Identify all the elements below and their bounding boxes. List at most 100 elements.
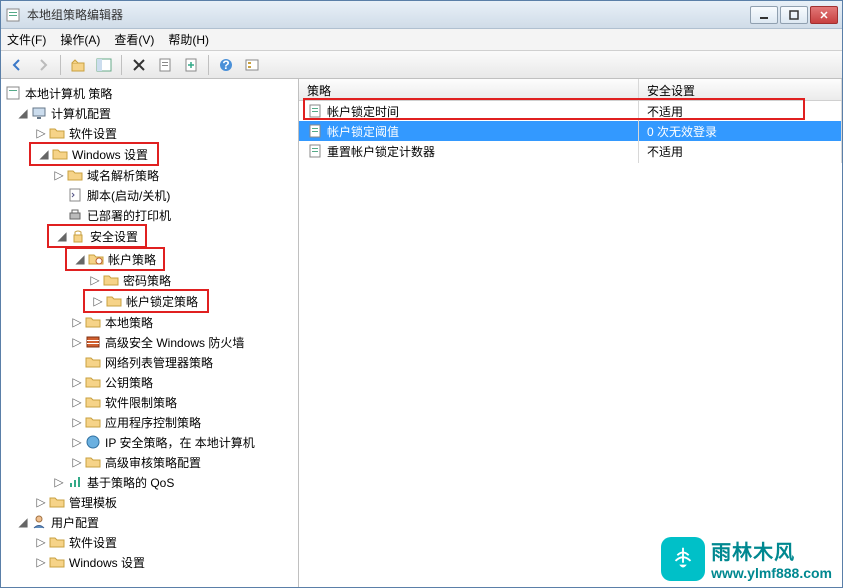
tree-computer-config[interactable]: ◢ 计算机配置 (1, 103, 298, 123)
computer-icon (31, 105, 47, 121)
folder-icon (85, 374, 101, 390)
expand-icon[interactable]: ▷ (71, 416, 83, 428)
tree-ipsec[interactable]: ▷ IP 安全策略，在 本地计算机 (1, 432, 298, 452)
expand-icon[interactable]: ▷ (35, 556, 47, 568)
show-hide-tree-button[interactable] (92, 53, 116, 77)
minimize-button[interactable] (750, 6, 778, 24)
expand-icon[interactable]: ▷ (71, 456, 83, 468)
tree-firewall[interactable]: ▷ 高级安全 Windows 防火墙 (1, 332, 298, 352)
folder-icon (67, 167, 83, 183)
list-row[interactable]: 重置帐户锁定计数器 不适用 (299, 141, 842, 161)
list-header: 策略 安全设置 (299, 79, 842, 101)
help-button[interactable]: ? (214, 53, 238, 77)
expand-icon[interactable]: ▷ (35, 536, 47, 548)
tree-password-policy[interactable]: ▷ 密码策略 (1, 270, 298, 290)
tree-user-software[interactable]: ▷ 软件设置 (1, 532, 298, 552)
list-row[interactable]: 帐户锁定时间 不适用 (299, 101, 842, 121)
tree-root[interactable]: 本地计算机 策略 (1, 83, 298, 103)
tree-lockout-policy[interactable]: ▷ 帐户锁定策略 (86, 291, 206, 311)
folder-icon (49, 125, 65, 141)
expand-icon[interactable]: ▷ (71, 316, 83, 328)
folder-icon (49, 554, 65, 570)
folder-icon (85, 394, 101, 410)
window-title: 本地组策略编辑器 (27, 6, 750, 23)
properties-button[interactable] (153, 53, 177, 77)
tree-user-config[interactable]: ◢ 用户配置 (1, 512, 298, 532)
policy-folder-icon (103, 272, 119, 288)
menu-help[interactable]: 帮助(H) (168, 31, 209, 48)
tree-scripts[interactable]: 脚本(启动/关机) (1, 185, 298, 205)
folder-icon (49, 534, 65, 550)
filter-button[interactable] (240, 53, 264, 77)
export-button[interactable] (179, 53, 203, 77)
expand-icon[interactable]: ▷ (53, 476, 65, 488)
tree-admin-templates[interactable]: ▷ 管理模板 (1, 492, 298, 512)
tree-name-resolution[interactable]: ▷ 域名解析策略 (1, 165, 298, 185)
expand-icon[interactable]: ▷ (71, 436, 83, 448)
folder-icon (85, 414, 101, 430)
tree-account-policies[interactable]: ◢ 帐户策略 (68, 249, 162, 269)
list-body: 帐户锁定时间 不适用 帐户锁定阈值 0 次无效登录 重置帐户锁定计数器 (299, 101, 842, 587)
expand-icon[interactable]: ▷ (92, 295, 104, 307)
watermark: 雨林木风 www.ylmf888.com (661, 536, 832, 581)
tree-app-control[interactable]: ▷ 应用程序控制策略 (1, 412, 298, 432)
maximize-button[interactable] (780, 6, 808, 24)
policy-item-icon (307, 103, 323, 119)
policy-item-icon (307, 123, 323, 139)
security-icon (70, 228, 86, 244)
list-row-selected[interactable]: 帐户锁定阈值 0 次无效登录 (299, 121, 842, 141)
tree-user-windows[interactable]: ▷ Windows 设置 (1, 552, 298, 572)
policy-folder-icon (85, 314, 101, 330)
expand-icon[interactable]: ▷ (89, 274, 101, 286)
expand-icon[interactable]: ▷ (71, 396, 83, 408)
tree-printers[interactable]: 已部署的打印机 (1, 205, 298, 225)
qos-icon (67, 474, 83, 490)
menu-view[interactable]: 查看(V) (114, 31, 154, 48)
tree-software-restriction[interactable]: ▷ 软件限制策略 (1, 392, 298, 412)
toolbar: ? (1, 51, 842, 79)
expand-icon[interactable]: ▷ (53, 169, 65, 181)
tree-pane[interactable]: 本地计算机 策略 ◢ 计算机配置 ▷ 软件设置 ◢ Windows 设置 (1, 79, 299, 587)
expand-icon[interactable]: ▷ (35, 496, 47, 508)
back-button[interactable] (5, 53, 29, 77)
forward-button[interactable] (31, 53, 55, 77)
tree-security-settings[interactable]: ◢ 安全设置 (50, 226, 144, 246)
column-policy[interactable]: 策略 (299, 79, 639, 100)
ipsec-icon (85, 434, 101, 450)
app-icon (5, 7, 21, 23)
tree-software-settings[interactable]: ▷ 软件设置 (1, 123, 298, 143)
expand-icon[interactable]: ▷ (71, 336, 83, 348)
delete-button[interactable] (127, 53, 151, 77)
tree-qos[interactable]: ▷ 基于策略的 QoS (1, 472, 298, 492)
policy-name: 帐户锁定时间 (327, 103, 399, 120)
tree-windows-settings[interactable]: ◢ Windows 设置 (32, 144, 156, 164)
folder-icon (85, 454, 101, 470)
menubar: 文件(F) 操作(A) 查看(V) 帮助(H) (1, 29, 842, 51)
policy-name: 重置帐户锁定计数器 (327, 143, 435, 160)
folder-icon (49, 494, 65, 510)
watermark-url: www.ylmf888.com (711, 565, 832, 581)
printer-icon (67, 207, 83, 223)
tree-network-list[interactable]: 网络列表管理器策略 (1, 352, 298, 372)
menu-action[interactable]: 操作(A) (60, 31, 100, 48)
script-icon (67, 187, 83, 203)
expand-icon[interactable]: ▷ (71, 376, 83, 388)
collapse-icon[interactable]: ◢ (17, 516, 29, 528)
tree-public-key[interactable]: ▷ 公钥策略 (1, 372, 298, 392)
tree-audit[interactable]: ▷ 高级审核策略配置 (1, 452, 298, 472)
menu-file[interactable]: 文件(F) (7, 31, 46, 48)
expand-icon[interactable]: ▷ (35, 127, 47, 139)
column-setting[interactable]: 安全设置 (639, 79, 842, 100)
collapse-icon[interactable]: ◢ (56, 230, 68, 242)
up-button[interactable] (66, 53, 90, 77)
close-button[interactable] (810, 6, 838, 24)
tree-local-policies[interactable]: ▷ 本地策略 (1, 312, 298, 332)
collapse-icon[interactable]: ◢ (74, 253, 86, 265)
policy-item-icon (307, 143, 323, 159)
policy-value: 不适用 (639, 140, 842, 163)
list-pane: 策略 安全设置 帐户锁定时间 不适用 帐户锁定阈值 0 次无效登录 (299, 79, 842, 587)
watermark-logo (661, 537, 705, 581)
collapse-icon[interactable]: ◢ (17, 107, 29, 119)
collapse-icon[interactable]: ◢ (38, 148, 50, 160)
policy-folder-icon (106, 293, 122, 309)
